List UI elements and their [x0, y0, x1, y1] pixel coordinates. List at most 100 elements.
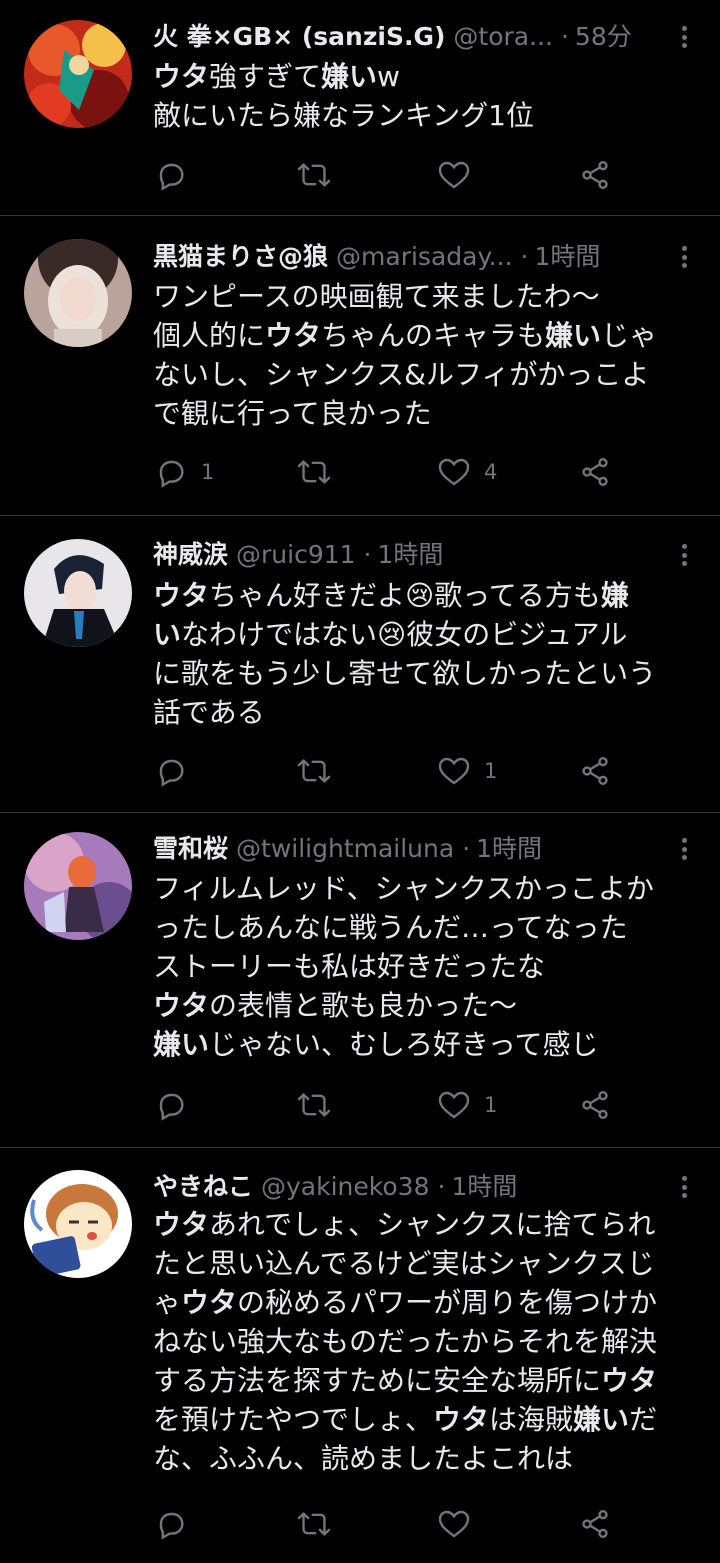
highlight-term: ウタ	[601, 1364, 658, 1397]
like-icon	[438, 1510, 470, 1538]
avatar[interactable]	[24, 1170, 132, 1278]
more-icon[interactable]	[674, 1172, 694, 1202]
text-segment: フィルムレッド、シャンクスかっこよか	[153, 872, 654, 905]
more-dot	[681, 1176, 687, 1181]
reply-button[interactable]	[155, 158, 201, 192]
retweet-button[interactable]	[297, 158, 331, 192]
retweet-button[interactable]	[297, 754, 331, 788]
timestamp[interactable]: 58分	[575, 17, 632, 57]
reply-icon	[159, 163, 184, 191]
tweet-text-line: ったしあんなに戦うんだ…ってなった	[153, 908, 698, 947]
user-handle[interactable]: @ruic911	[236, 535, 356, 575]
tweet-text-line: 嫌いじゃない、むしろ好きって感じ	[153, 1025, 698, 1064]
text-segment: じゃない、むしろ好きって感じ	[209, 1028, 599, 1061]
highlight-term: 嫌い	[321, 60, 378, 93]
avatar[interactable]	[24, 20, 132, 128]
tweet-text: フィルムレッド、シャンクスかっこよか ったしあんなに戦うんだ…ってなった ストーリー…	[153, 869, 698, 1064]
tweet-text-line: 話である	[153, 693, 698, 732]
like-button[interactable]: 4	[438, 455, 497, 489]
text-segment: は海賊	[489, 1403, 574, 1436]
more-dot	[681, 34, 687, 40]
text-segment: w	[377, 60, 400, 93]
timestamp[interactable]: 1時間	[451, 1167, 517, 1207]
highlight-term: ウタ	[153, 1208, 210, 1241]
tweet-header: 黒猫まりさ@狼 @marisaday... · 1時間	[153, 237, 670, 277]
user-handle[interactable]: @tora...	[453, 17, 553, 57]
like-button[interactable]	[438, 158, 484, 192]
reply-button[interactable]	[155, 1507, 201, 1541]
share-icon	[582, 757, 608, 785]
text-segment: な、ふふん、読めましたよこれは	[153, 1442, 574, 1475]
user-handle[interactable]: @marisaday...	[336, 237, 513, 277]
text-segment: の表情と歌も良かった～	[209, 989, 518, 1022]
user-handle[interactable]: @yakineko38	[261, 1167, 429, 1207]
tweet-text-line: ストーリーも私は好きだったな	[153, 947, 698, 986]
share-button[interactable]	[579, 455, 611, 489]
share-button[interactable]	[579, 158, 611, 192]
text-segment: で観に行って良かった	[153, 397, 432, 430]
share-icon	[582, 1091, 608, 1119]
more-icon[interactable]	[674, 22, 694, 52]
tweet-divider	[0, 215, 720, 216]
highlight-term: ウタ	[265, 319, 322, 352]
more-icon[interactable]	[674, 540, 694, 570]
display-name[interactable]: 火 拳×GB× (sanziS.G)	[153, 17, 445, 57]
avatar-image	[24, 539, 132, 647]
highlight-term: い	[153, 618, 182, 651]
retweet-icon	[297, 460, 331, 484]
like-icon	[438, 1091, 470, 1119]
text-segment: じゃ	[601, 319, 658, 352]
avatar[interactable]	[24, 239, 132, 347]
timestamp[interactable]: 1時間	[378, 535, 444, 575]
tweet-divider	[0, 812, 720, 813]
reply-button[interactable]: 1	[155, 455, 214, 489]
share-icon	[582, 161, 608, 189]
like-count: 1	[484, 759, 498, 783]
tweet-text-line: たと思い込んでるけど実はシャンクスじ	[153, 1244, 698, 1283]
retweet-button[interactable]	[297, 455, 331, 489]
separator-dot: ·	[520, 242, 529, 271]
like-button[interactable]: 1	[438, 1088, 497, 1122]
like-button[interactable]	[438, 1507, 484, 1541]
separator-dot: ·	[560, 22, 569, 51]
more-icon[interactable]	[674, 834, 694, 864]
display-name[interactable]: 神威涙	[153, 535, 228, 575]
text-segment: ちゃんのキャラも	[321, 319, 546, 352]
retweet-button[interactable]	[297, 1507, 331, 1541]
highlight-term: ウタ	[153, 60, 210, 93]
display-name[interactable]: 雪和桜	[153, 829, 228, 869]
tweet-text: ウタあれでしょ、シャンクスに捨てられ たと思い込んでるけど実はシャンクスじ ゃウタの…	[153, 1205, 698, 1478]
text-segment: たと思い込んでるけど実はシャンクスじ	[153, 1247, 655, 1280]
share-button[interactable]	[579, 1507, 611, 1541]
display-name[interactable]: やきねこ	[153, 1167, 253, 1207]
tweet-header: 雪和桜 @twilightmailuna · 1時間	[153, 829, 670, 869]
text-segment: 強すぎて	[209, 60, 322, 93]
tweet-text-line: ないし、シャンクス&ルフィがかっこよ	[153, 355, 698, 394]
more-icon[interactable]	[674, 242, 694, 272]
timestamp[interactable]: 1時間	[476, 829, 542, 869]
highlight-term: ウタ	[181, 1286, 238, 1319]
avatar[interactable]	[24, 539, 132, 647]
display-name[interactable]: 黒猫まりさ@狼	[153, 237, 328, 277]
reply-button[interactable]	[155, 1088, 201, 1122]
reply-button[interactable]	[155, 754, 201, 788]
reply-icon	[159, 1512, 184, 1540]
reply-icon	[159, 759, 184, 787]
avatar[interactable]	[24, 832, 132, 940]
like-button[interactable]: 1	[438, 754, 497, 788]
text-segment: の秘めるパワーが周りを傷つけか	[237, 1286, 658, 1319]
tweet-text-line: で観に行って良かった	[153, 394, 698, 433]
text-segment: あれでしょ、シャンクスに捨てられ	[209, 1208, 656, 1241]
avatar-image	[24, 239, 132, 347]
user-handle[interactable]: @twilightmailuna	[236, 829, 454, 869]
share-button[interactable]	[579, 754, 611, 788]
share-button[interactable]	[579, 1088, 611, 1122]
timestamp[interactable]: 1時間	[534, 237, 600, 277]
like-icon	[438, 757, 470, 785]
text-segment: する方法を探すために安全な場所に	[153, 1364, 602, 1397]
tweet-header: やきねこ @yakineko38 · 1時間	[153, 1167, 670, 1207]
text-segment: ワンピースの映画観て来ましたわ～	[153, 280, 600, 313]
text-segment: を預けたやつでしょ、	[153, 1403, 434, 1436]
retweet-button[interactable]	[297, 1088, 331, 1122]
tweet-text: ウタ強すぎて嫌いw 敵にいたら嫌なランキング1位	[153, 57, 698, 135]
